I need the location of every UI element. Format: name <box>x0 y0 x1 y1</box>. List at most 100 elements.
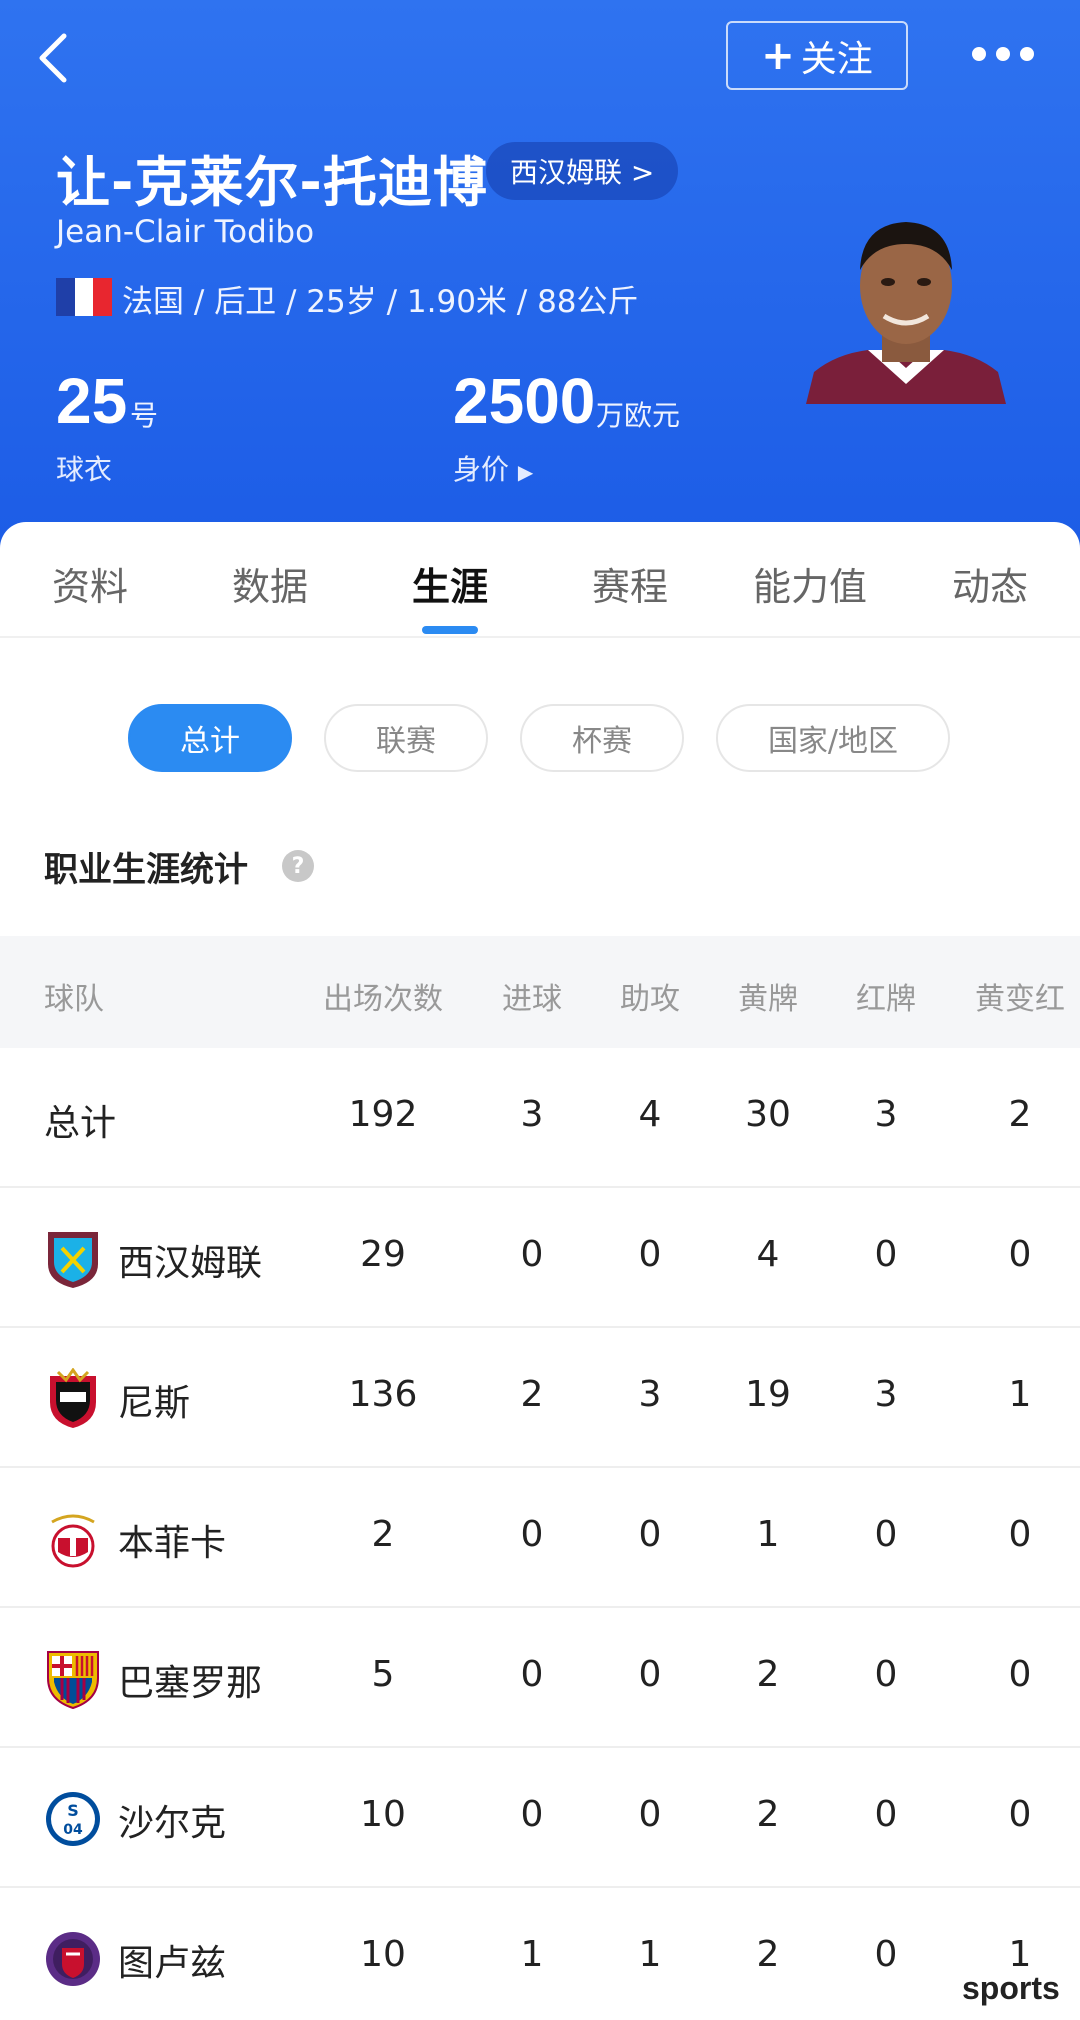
table-row[interactable]: S 04 沙尔克 10 0 0 2 0 0 <box>0 1748 1080 1888</box>
stat-red: 3 <box>874 1374 898 1415</box>
more-options-icon[interactable] <box>972 44 1034 64</box>
stat-red: 0 <box>874 1794 898 1835</box>
stat-second-yellow: 0 <box>1008 1654 1032 1695</box>
table-row[interactable]: 总计 192 3 4 30 3 2 <box>0 1048 1080 1188</box>
watermark: sports <box>962 1970 1060 2006</box>
player-header: + 关注 让-克莱尔-托迪博 西汉姆联 > Jean-Clair Todibo … <box>0 0 1080 560</box>
filter-national[interactable]: 国家/地区 <box>716 704 950 772</box>
club-crest-icon <box>44 1648 102 1710</box>
svg-text:04: 04 <box>63 1822 83 1838</box>
stat-assists: 4 <box>638 1094 662 1135</box>
player-name-cn: 让-克莱尔-托迪博 <box>56 151 488 214</box>
shirt-label: 球衣 <box>56 453 113 486</box>
market-value-label: 身价 <box>453 453 510 486</box>
table-row[interactable]: 巴塞罗那 5 0 0 2 0 0 <box>0 1608 1080 1748</box>
team-name: 沙尔克 <box>118 1803 227 1844</box>
tab-career[interactable]: 生涯 <box>380 556 520 611</box>
stat-red: 0 <box>874 1514 898 1555</box>
stat-yellow: 2 <box>756 1794 780 1835</box>
stat-red: 0 <box>874 1934 898 1975</box>
plus-icon: + <box>761 32 795 79</box>
stat-yellow: 2 <box>756 1654 780 1695</box>
club-crest-icon <box>44 1367 102 1430</box>
header-second-yellow: 黄变红 <box>975 982 1065 1017</box>
shirt-number: 25 <box>56 365 128 437</box>
table-row[interactable]: 西汉姆联 29 0 0 4 0 0 <box>0 1188 1080 1328</box>
team-name: 图卢兹 <box>118 1943 227 1984</box>
club-crest-icon <box>44 1228 102 1290</box>
active-tab-indicator <box>422 626 478 634</box>
filter-cup[interactable]: 杯赛 <box>520 704 684 772</box>
stat-apps: 10 <box>360 1794 406 1835</box>
stat-assists: 0 <box>638 1514 662 1555</box>
filter-bar: 总计 联赛 杯赛 国家/地区 <box>0 704 1080 774</box>
team-name: 巴塞罗那 <box>118 1663 263 1704</box>
club-crest-icon <box>44 1508 102 1570</box>
team-name: 总计 <box>44 1103 117 1144</box>
stat-assists: 0 <box>638 1794 662 1835</box>
back-arrow-icon[interactable] <box>30 28 80 88</box>
stat-assists: 0 <box>638 1234 662 1275</box>
club-crest-icon: S 04 <box>44 1788 102 1850</box>
header-goals: 进球 <box>502 982 562 1017</box>
market-value: 2500 <box>453 365 596 437</box>
follow-label: 关注 <box>800 38 873 80</box>
header-team: 球队 <box>44 982 104 1017</box>
tab-news[interactable]: 动态 <box>920 556 1060 611</box>
stat-second-yellow: 1 <box>1008 1934 1032 1975</box>
stat-goals: 3 <box>520 1094 544 1135</box>
tab-schedule[interactable]: 赛程 <box>560 556 700 611</box>
stat-yellow: 2 <box>756 1934 780 1975</box>
stat-red: 0 <box>874 1654 898 1695</box>
stat-apps: 192 <box>348 1094 418 1135</box>
stat-second-yellow: 0 <box>1008 1794 1032 1835</box>
stat-second-yellow: 1 <box>1008 1374 1032 1415</box>
stat-assists: 3 <box>638 1374 662 1415</box>
stat-goals: 0 <box>520 1514 544 1555</box>
tab-ability[interactable]: 能力值 <box>740 556 880 611</box>
table-row[interactable]: 尼斯 136 2 3 19 3 1 <box>0 1328 1080 1468</box>
stat-yellow: 4 <box>756 1234 780 1275</box>
stat-yellow: 19 <box>745 1374 791 1415</box>
svg-text:S: S <box>67 1801 79 1820</box>
stat-goals: 0 <box>520 1654 544 1695</box>
stat-assists: 1 <box>638 1934 662 1975</box>
section-title: 职业生涯统计 <box>44 850 248 890</box>
follow-button[interactable]: + 关注 <box>726 21 908 90</box>
market-value-unit: 万欧元 <box>596 399 681 432</box>
stat-red: 0 <box>874 1234 898 1275</box>
stat-apps: 136 <box>348 1374 418 1415</box>
stat-apps: 5 <box>371 1654 395 1695</box>
caret-right-icon: ▶ <box>517 460 534 484</box>
stat-second-yellow: 0 <box>1008 1234 1032 1275</box>
stat-second-yellow: 0 <box>1008 1514 1032 1555</box>
tab-stats[interactable]: 数据 <box>200 556 340 611</box>
header-assists: 助攻 <box>620 982 680 1017</box>
player-info: 法国 / 后卫 / 25岁 / 1.90米 / 88公斤 <box>122 284 639 320</box>
stat-goals: 0 <box>520 1234 544 1275</box>
team-name: 本菲卡 <box>118 1523 227 1564</box>
market-value-link[interactable]: 身价 ▶ <box>453 448 533 488</box>
header-red: 红牌 <box>856 982 916 1017</box>
table-row[interactable]: 图卢兹 10 1 1 2 0 1 <box>0 1888 1080 2020</box>
stat-goals: 2 <box>520 1374 544 1415</box>
stat-apps: 10 <box>360 1934 406 1975</box>
filter-total[interactable]: 总计 <box>128 704 292 772</box>
stat-red: 3 <box>874 1094 898 1135</box>
france-flag-icon <box>56 278 113 316</box>
help-icon[interactable]: ? <box>282 850 314 882</box>
stat-second-yellow: 2 <box>1008 1094 1032 1135</box>
player-portrait <box>806 222 1006 404</box>
team-name: 西汉姆联 <box>118 1243 263 1284</box>
stat-yellow: 30 <box>745 1094 791 1135</box>
tab-profile[interactable]: 资料 <box>20 556 160 611</box>
header-apps: 出场次数 <box>323 982 443 1017</box>
table-row[interactable]: 本菲卡 2 0 0 1 0 0 <box>0 1468 1080 1608</box>
filter-league[interactable]: 联赛 <box>324 704 488 772</box>
stat-goals: 1 <box>520 1934 544 1975</box>
stat-assists: 0 <box>638 1654 662 1695</box>
stat-yellow: 1 <box>756 1514 780 1555</box>
club-link[interactable]: 西汉姆联 > <box>486 142 679 200</box>
team-name: 尼斯 <box>118 1383 191 1424</box>
table-header: 球队 出场次数 进球 助攻 黄牌 红牌 黄变红 <box>0 936 1080 1048</box>
